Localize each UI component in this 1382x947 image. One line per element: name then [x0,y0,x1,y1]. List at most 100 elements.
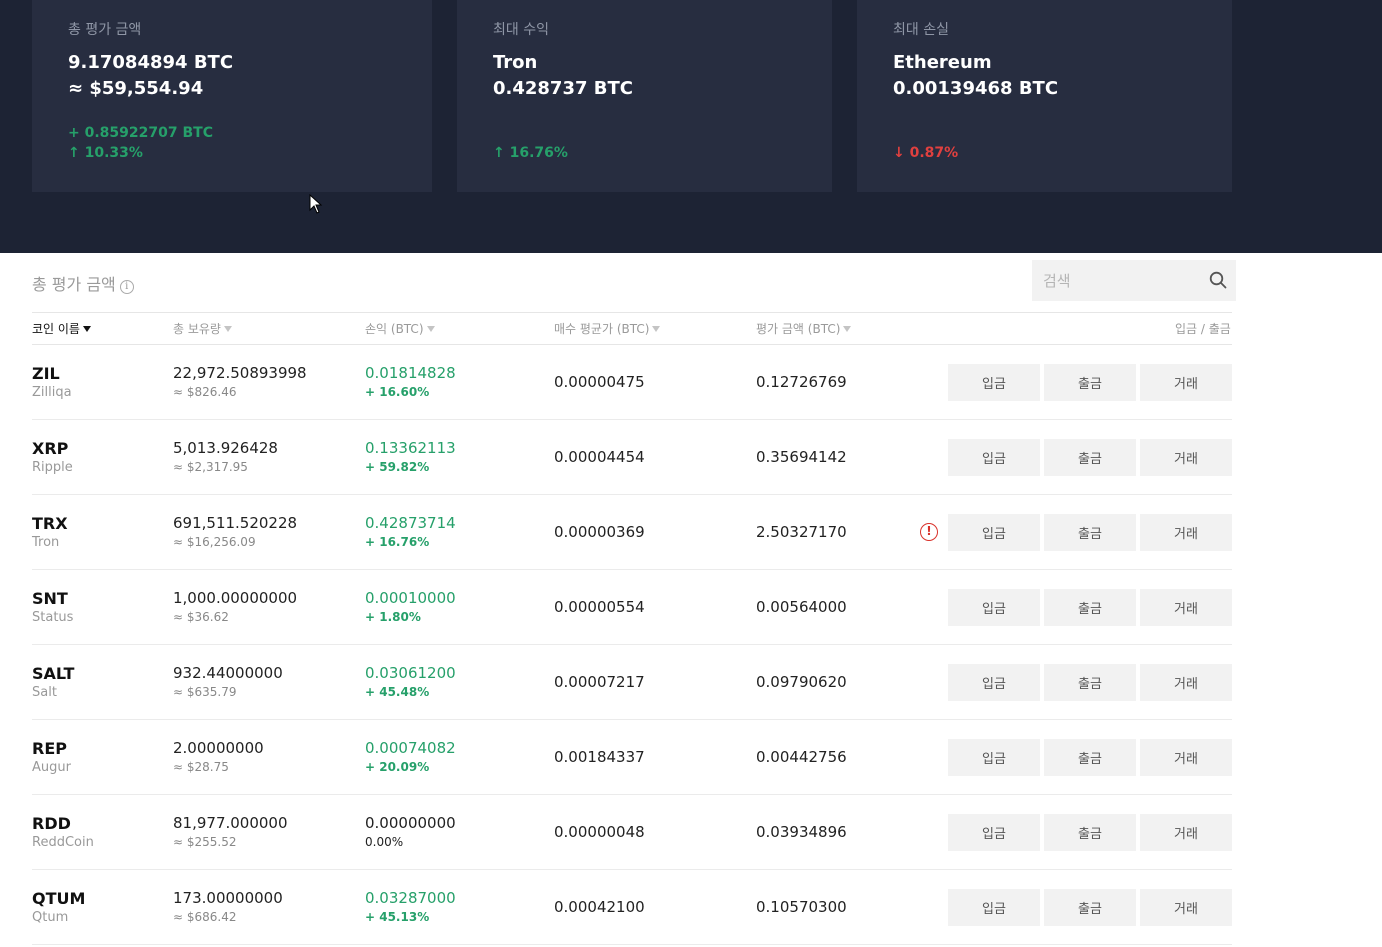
table-row: TRX Tron 691,511.520228 ≈ $16,256.09 0.42873… [0,495,1382,570]
trade-button[interactable]: 거래 [1140,514,1232,551]
coin-symbol: QTUM [32,889,86,908]
mouse-cursor-icon [309,194,323,214]
holdings-usd: ≈ $826.46 [173,385,237,399]
holdings-usd: ≈ $686.42 [173,910,237,924]
eval-amount: 0.09790620 [756,673,847,691]
total-usd-value: ≈ $59,554.94 [68,78,204,99]
coin-name: ReddCoin [32,835,94,850]
table-row: QTUM Qtum 173.00000000 ≈ $686.42 0.03287000 +… [0,870,1382,945]
profit-loss-pct: + 45.48% [365,685,430,699]
deposit-button[interactable]: 입금 [948,889,1040,926]
deposit-button[interactable]: 입금 [948,814,1040,851]
coin-symbol: TRX [32,514,68,533]
trade-button[interactable]: 거래 [1140,739,1232,776]
avg-buy-price: 0.00004454 [554,448,645,466]
info-icon[interactable]: i [119,280,134,294]
withdraw-button[interactable]: 출금 [1044,664,1136,701]
column-header-pl[interactable]: 손익 (BTC) [365,320,435,337]
sort-caret-icon [223,326,232,332]
eval-amount: 2.50327170 [756,523,847,541]
table-row: REP Augur 2.00000000 ≈ $28.75 0.00074082 + 20… [0,720,1382,795]
sort-caret-icon [82,326,91,332]
trade-button[interactable]: 거래 [1140,889,1232,926]
max-loss-btc: 0.00139468 BTC [893,78,1059,99]
withdraw-button[interactable]: 출금 [1044,364,1136,401]
profit-loss-pct: + 16.60% [365,385,430,399]
trade-button[interactable]: 거래 [1140,439,1232,476]
card-title: 총 평가 금액 [68,22,142,38]
sort-caret-icon [426,326,435,332]
deposit-button[interactable]: 입금 [948,664,1040,701]
withdraw-button[interactable]: 출금 [1044,814,1136,851]
row-divider [32,944,1232,945]
coin-symbol: SALT [32,664,75,683]
coin-symbol: RDD [32,814,71,833]
holdings-amount: 2.00000000 [173,739,264,757]
column-header-actions: 입금 / 출금 [1175,322,1231,336]
withdraw-button[interactable]: 출금 [1044,889,1136,926]
withdraw-button[interactable]: 출금 [1044,589,1136,626]
summary-panel: 총 평가 금액 9.17084894 BTC ≈ $59,554.94 + 0.… [0,0,1382,253]
sort-caret-icon [652,326,661,332]
coin-symbol: SNT [32,589,68,608]
card-title: 최대 손실 [893,22,949,38]
profit-loss-pct: + 16.76% [365,535,430,549]
withdraw-button[interactable]: 출금 [1044,739,1136,776]
holdings-usd: ≈ $36.62 [173,610,229,624]
withdraw-button[interactable]: 출금 [1044,514,1136,551]
coin-name: Qtum [32,910,69,925]
warning-icon[interactable]: ! [920,523,938,541]
trade-button[interactable]: 거래 [1140,814,1232,851]
coin-symbol: REP [32,739,67,758]
table-row: ZIL Zilliqa 22,972.50893998 ≈ $826.46 0.0181… [0,345,1382,420]
max-gain-btc: 0.428737 BTC [493,78,633,99]
search-icon[interactable] [1209,271,1227,289]
profit-loss-btc: 0.42873714 [365,514,456,532]
total-btc-delta: + 0.85922707 BTC [68,125,213,141]
holdings-amount: 691,511.520228 [173,514,298,532]
deposit-button[interactable]: 입금 [948,439,1040,476]
eval-amount: 0.10570300 [756,898,847,916]
avg-buy-price: 0.00000048 [554,823,645,841]
section-title: 총 평가 금액 i [32,271,134,295]
avg-buy-price: 0.00184337 [554,748,645,766]
holdings-amount: 932.44000000 [173,664,283,682]
profit-loss-btc: 0.03061200 [365,664,456,682]
coin-name: Augur [32,760,71,775]
avg-buy-price: 0.00000369 [554,523,645,541]
deposit-button[interactable]: 입금 [948,514,1040,551]
table-row: SALT Salt 932.44000000 ≈ $635.79 0.03061200 +… [0,645,1382,720]
table-row: RDD ReddCoin 81,977.000000 ≈ $255.52 0.00000… [0,795,1382,870]
column-header-avg-price[interactable]: 매수 평균가 (BTC) [554,320,661,337]
holdings-amount: 173.00000000 [173,889,283,907]
profit-loss-btc: 0.00010000 [365,589,456,607]
deposit-button[interactable]: 입금 [948,589,1040,626]
profit-loss-pct: 0.00% [365,835,404,849]
search-box [1032,260,1236,301]
arrow-down-icon: ↓ [893,145,905,161]
eval-amount: 0.00564000 [756,598,847,616]
column-header-name[interactable]: 코인 이름 [32,320,91,337]
withdraw-button[interactable]: 출금 [1044,439,1136,476]
profit-loss-btc: 0.00000000 [365,814,456,832]
trade-button[interactable]: 거래 [1140,364,1232,401]
trade-button[interactable]: 거래 [1140,664,1232,701]
deposit-button[interactable]: 입금 [948,739,1040,776]
divider [32,312,1232,313]
eval-amount: 0.03934896 [756,823,847,841]
holdings-amount: 22,972.50893998 [173,364,307,382]
column-header-value[interactable]: 평가 금액 (BTC) [756,320,852,337]
total-btc-value: 9.17084894 BTC [68,52,234,73]
max-gain-pct: ↑ 16.76% [493,145,568,161]
trade-button[interactable]: 거래 [1140,589,1232,626]
holdings-usd: ≈ $255.52 [173,835,237,849]
max-gain-coin: Tron [493,52,538,73]
deposit-button[interactable]: 입금 [948,364,1040,401]
sort-caret-icon [843,326,852,332]
column-header-holdings[interactable]: 총 보유량 [173,320,232,337]
profit-loss-pct: + 59.82% [365,460,430,474]
holdings-amount: 81,977.000000 [173,814,288,832]
search-input[interactable] [1032,260,1202,301]
max-loss-coin: Ethereum [893,52,992,73]
holdings-amount: 1,000.00000000 [173,589,298,607]
